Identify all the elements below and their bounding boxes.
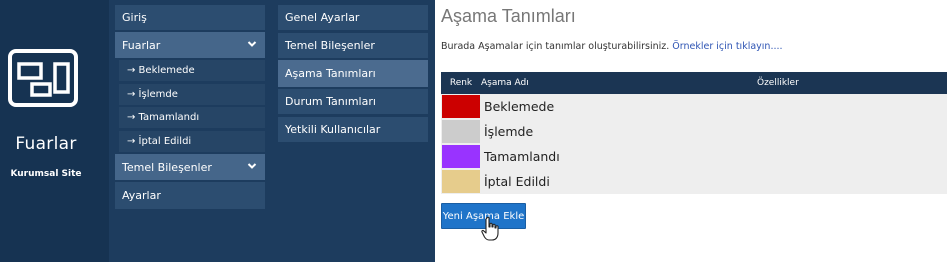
stage-color-cell [441, 144, 481, 169]
page-description: Burada Aşamalar için tanımlar oluşturabi… [441, 41, 783, 52]
menu-item-giris[interactable]: Giriş [115, 5, 265, 30]
stage-color-swatch [442, 120, 480, 143]
settings-item-label: Genel Ayarlar [285, 11, 360, 24]
stage-color-swatch [442, 145, 480, 168]
stage-name: İptal Edildi [481, 169, 757, 194]
stage-properties [757, 119, 947, 144]
submenu-item-label: → İptal Edildi [127, 136, 192, 147]
brand-panel: Fuarlar Kurumsal Site [0, 0, 109, 262]
settings-item-label: Yetkili Kullanıcılar [285, 123, 381, 136]
settings-item-yetkili-kullanicilar[interactable]: Yetkili Kullanıcılar [278, 117, 428, 142]
menu-item-label: Giriş [122, 11, 147, 24]
stage-name: Beklemede [481, 94, 757, 119]
settings-item-label: Aşama Tanımları [285, 67, 376, 80]
examples-link[interactable]: Örnekler için tıklayın.... [672, 41, 782, 52]
table-row[interactable]: İşlemde [441, 119, 947, 144]
stage-color-swatch [442, 95, 480, 118]
brand-subtitle: Kurumsal Site [10, 169, 82, 179]
layout-icon [8, 49, 78, 107]
stage-name: Tamamlandı [481, 144, 757, 169]
table-row[interactable]: Beklemede [441, 94, 947, 119]
main-content: Aşama Tanımları Burada Aşamalar için tan… [435, 0, 950, 262]
stage-properties [757, 169, 947, 194]
stage-name: İşlemde [481, 119, 757, 144]
settings-item-label: Temel Bileşenler [285, 39, 375, 52]
hand-pointer-icon [481, 216, 499, 241]
submenu-item-tamamlandi[interactable]: → Tamamlandı [119, 107, 265, 128]
menu-item-label: Ayarlar [122, 189, 161, 202]
settings-item-genel-ayarlar[interactable]: Genel Ayarlar [278, 5, 428, 30]
main-menu: Giriş Fuarlar → Beklemede → İşlemde → Ta… [109, 0, 271, 262]
stage-properties [757, 94, 947, 119]
settings-item-temel-bilesenler[interactable]: Temel Bileşenler [278, 33, 428, 58]
stage-color-cell [441, 169, 481, 194]
settings-item-label: Durum Tanımları [285, 95, 376, 108]
chevron-down-icon [247, 163, 257, 169]
stage-color-cell [441, 94, 481, 119]
submenu-item-label: → Beklemede [127, 65, 195, 76]
table-row[interactable]: İptal Edildi [441, 169, 947, 194]
menu-item-temel-bilesenler[interactable]: Temel Bileşenler [115, 154, 265, 180]
settings-item-asama-tanimlari[interactable]: Aşama Tanımları [278, 60, 428, 87]
submenu-item-label: → İşlemde [127, 89, 178, 100]
menu-item-ayarlar[interactable]: Ayarlar [115, 182, 265, 209]
stage-color-cell [441, 119, 481, 144]
submenu-item-label: → Tamamlandı [127, 112, 200, 123]
page-title: Aşama Tanımları [441, 6, 576, 26]
menu-item-label: Temel Bileşenler [122, 160, 212, 174]
submenu-item-islemde[interactable]: → İşlemde [119, 84, 265, 105]
header-color: Renk [441, 72, 481, 94]
table-row[interactable]: Tamamlandı [441, 144, 947, 169]
header-stage-name: Aşama Adı [481, 72, 757, 94]
table-header-row: Renk Aşama Adı Özellikler [441, 72, 947, 94]
settings-menu: Genel Ayarlar Temel Bileşenler Aşama Tan… [271, 0, 435, 262]
submenu-item-beklemede[interactable]: → Beklemede [119, 60, 265, 81]
header-properties: Özellikler [757, 72, 947, 94]
settings-item-durum-tanimlari[interactable]: Durum Tanımları [278, 89, 428, 114]
submenu-item-iptal-edildi[interactable]: → İptal Edildi [119, 131, 265, 152]
stage-properties [757, 144, 947, 169]
menu-item-fuarlar[interactable]: Fuarlar [115, 32, 265, 58]
description-text: Burada Aşamalar için tanımlar oluşturabi… [441, 41, 670, 52]
chevron-down-icon [247, 41, 257, 47]
menu-item-label: Fuarlar [122, 38, 161, 52]
brand-title: Fuarlar [15, 134, 77, 154]
stage-color-swatch [442, 170, 480, 193]
stages-table: Renk Aşama Adı Özellikler Beklemede İşlem… [441, 72, 947, 194]
